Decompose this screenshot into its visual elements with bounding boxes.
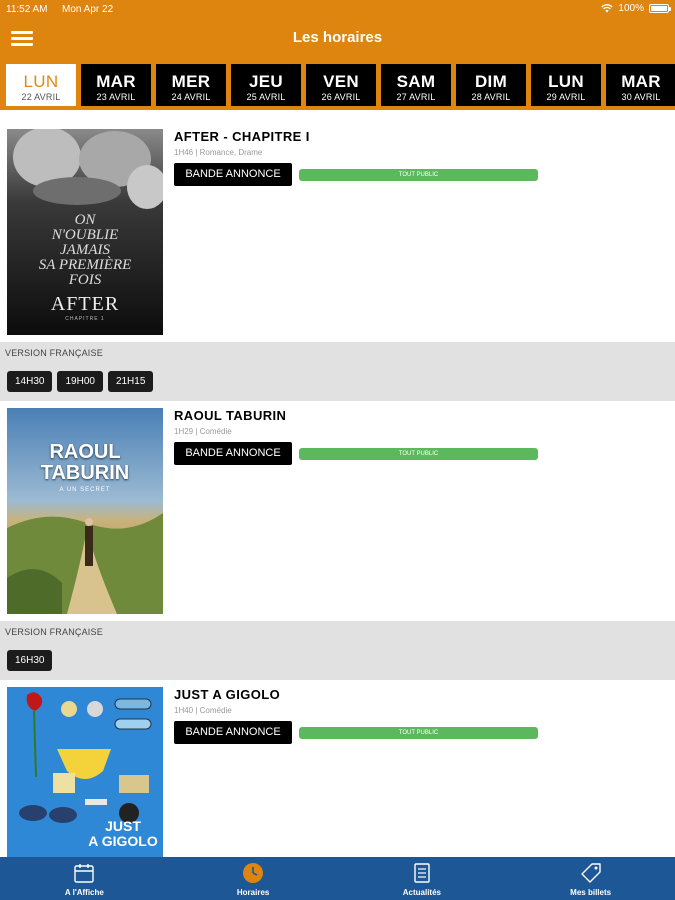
day-tab-2[interactable]: MER 24 AVRIL bbox=[156, 64, 226, 106]
day-tab-date: 26 AVRIL bbox=[321, 92, 361, 102]
day-tab-0[interactable]: LUN 22 AVRIL bbox=[6, 64, 76, 106]
nav-label: Horaires bbox=[236, 888, 270, 897]
day-tab-day: MAR bbox=[621, 72, 661, 91]
day-tab-5[interactable]: SAM 27 AVRIL bbox=[381, 64, 451, 106]
status-indicators: 100% bbox=[601, 3, 671, 14]
poster-tagline: ON N'OUBLIE JAMAIS SA PREMIÈRE FOIS bbox=[38, 212, 132, 288]
movie-title: JUST A GIGOLO bbox=[174, 687, 281, 702]
day-tabs: LUN 22 AVRIL MAR 23 AVRIL MER 24 AVRIL J… bbox=[6, 64, 675, 106]
nav-item-horaires[interactable]: Horaires bbox=[169, 857, 338, 900]
movie-card: RAOUL TABURIN A UN SECRET RAOUL TABURIN … bbox=[0, 389, 675, 680]
day-tab-date: 29 AVRIL bbox=[546, 92, 586, 102]
day-tab-date: 23 AVRIL bbox=[96, 92, 136, 102]
bottom-nav: A l'Affiche Horaires Actualités Mes bill… bbox=[0, 857, 675, 900]
movie-poster-raoul-taburin[interactable]: RAOUL TABURIN A UN SECRET bbox=[7, 408, 163, 614]
day-tab-8[interactable]: MAR 30 AVRIL bbox=[606, 64, 675, 106]
battery-percent: 100% bbox=[618, 3, 644, 14]
nav-item-actualites[interactable]: Actualités bbox=[338, 857, 507, 900]
day-tab-day: DIM bbox=[474, 72, 508, 91]
day-tab-day: VEN bbox=[323, 72, 359, 91]
poster-subtitle: A UN SECRET bbox=[59, 487, 111, 493]
nav-label: Actualités bbox=[402, 888, 441, 897]
day-tab-date: 24 AVRIL bbox=[171, 92, 211, 102]
day-tab-day: MAR bbox=[96, 72, 136, 91]
news-icon bbox=[414, 863, 430, 883]
day-tab-1[interactable]: MAR 23 AVRIL bbox=[81, 64, 151, 106]
day-tab-date: 25 AVRIL bbox=[246, 92, 286, 102]
poster-subtitle: CHAPITRE 1 bbox=[65, 316, 105, 322]
movie-info: RAOUL TABURIN A UN SECRET RAOUL TABURIN … bbox=[0, 389, 675, 621]
version-label: VERSION FRANÇAISE bbox=[5, 348, 103, 358]
trailer-button[interactable]: BANDE ANNONCE bbox=[174, 721, 292, 744]
day-tab-day: SAM bbox=[396, 72, 436, 91]
nav-label: A l'Affiche bbox=[64, 888, 104, 897]
day-tab-day: JEU bbox=[249, 72, 283, 91]
movie-title: RAOUL TABURIN bbox=[174, 408, 287, 423]
page-title: Les horaires bbox=[292, 29, 383, 46]
movie-card: ON N'OUBLIE JAMAIS SA PREMIÈRE FOIS AFTE… bbox=[0, 110, 675, 401]
movie-poster-after[interactable]: ON N'OUBLIE JAMAIS SA PREMIÈRE FOIS AFTE… bbox=[7, 129, 163, 335]
day-tab-7[interactable]: LUN 29 AVRIL bbox=[531, 64, 601, 106]
poster-title: RAOUL TABURIN bbox=[40, 441, 130, 484]
app-header: 11:52 AM Mon Apr 22 100% Les horaires LU… bbox=[0, 0, 675, 110]
rating-badge: TOUT PUBLIC bbox=[299, 448, 538, 460]
day-tab-3[interactable]: JEU 25 AVRIL bbox=[231, 64, 301, 106]
version-label: VERSION FRANÇAISE bbox=[5, 627, 103, 637]
schedule-list[interactable]: ON N'OUBLIE JAMAIS SA PREMIÈRE FOIS AFTE… bbox=[0, 110, 675, 857]
movie-info: ON N'OUBLIE JAMAIS SA PREMIÈRE FOIS AFTE… bbox=[0, 110, 675, 342]
day-tab-6[interactable]: DIM 28 AVRIL bbox=[456, 64, 526, 106]
app-root: 11:52 AM Mon Apr 22 100% Les horaires LU… bbox=[0, 0, 675, 900]
day-tab-day: LUN bbox=[548, 72, 584, 91]
status-time: 11:52 AM bbox=[6, 4, 48, 15]
day-tab-day: LUN bbox=[23, 72, 59, 91]
day-tab-date: 30 AVRIL bbox=[621, 92, 661, 102]
movie-info: JUST A GIGOLO JUST A GIGOLO 1H40 | Coméd… bbox=[0, 668, 675, 857]
wifi-icon bbox=[601, 4, 614, 13]
movie-meta: 1H40 | Comédie bbox=[174, 706, 232, 715]
ticket-icon bbox=[580, 863, 601, 883]
day-tab-date: 27 AVRIL bbox=[396, 92, 436, 102]
battery-icon bbox=[649, 4, 671, 13]
movie-card: JUST A GIGOLO JUST A GIGOLO 1H40 | Coméd… bbox=[0, 668, 675, 857]
rating-badge: TOUT PUBLIC bbox=[299, 169, 538, 181]
clock-icon bbox=[243, 863, 264, 883]
poster-title: AFTER bbox=[50, 293, 120, 315]
movie-title: AFTER - CHAPITRE I bbox=[174, 129, 310, 144]
nav-item-affiche[interactable]: A l'Affiche bbox=[0, 857, 169, 900]
day-tab-4[interactable]: VEN 26 AVRIL bbox=[306, 64, 376, 106]
movie-meta: 1H29 | Comédie bbox=[174, 427, 232, 436]
poster-title: JUST A GIGOLO bbox=[88, 818, 158, 849]
battery-level bbox=[651, 6, 667, 11]
rating-badge: TOUT PUBLIC bbox=[299, 727, 538, 739]
status-bar: 11:52 AM Mon Apr 22 100% bbox=[0, 0, 675, 18]
day-tab-date: 28 AVRIL bbox=[471, 92, 511, 102]
status-date: Mon Apr 22 bbox=[62, 4, 114, 15]
movie-poster-just-a-gigolo[interactable]: JUST A GIGOLO bbox=[7, 687, 163, 857]
trailer-button[interactable]: BANDE ANNONCE bbox=[174, 442, 292, 465]
day-tab-day: MER bbox=[171, 72, 211, 91]
nav-item-billets[interactable]: Mes billets bbox=[506, 857, 675, 900]
calendar-icon bbox=[74, 864, 95, 883]
day-tab-date: 22 AVRIL bbox=[21, 92, 61, 102]
nav-label: Mes billets bbox=[570, 888, 612, 897]
trailer-button[interactable]: BANDE ANNONCE bbox=[174, 163, 292, 186]
movie-meta: 1H46 | Romance, Drame bbox=[174, 148, 263, 157]
